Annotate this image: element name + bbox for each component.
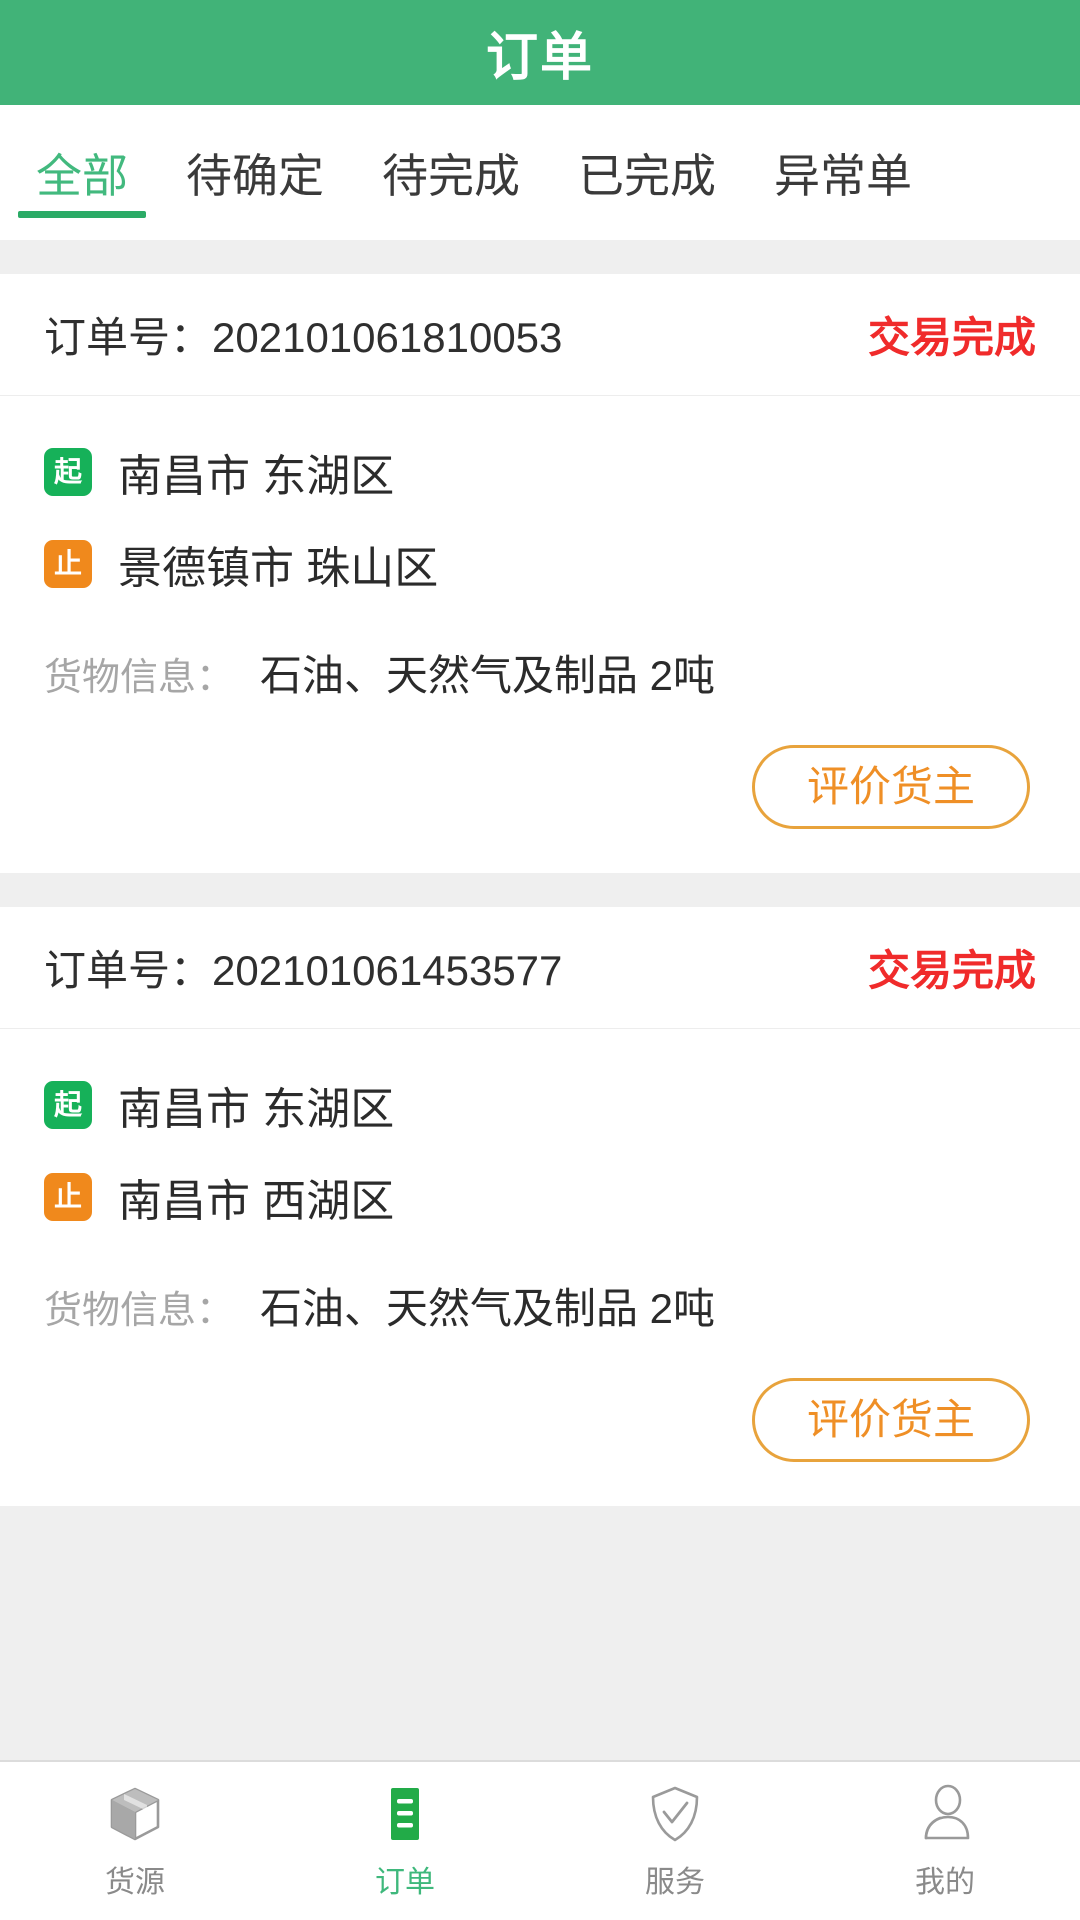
nav-item-service[interactable]: 服务 xyxy=(540,1781,810,1901)
person-icon xyxy=(912,1781,978,1847)
cargo-info-row: 货物信息： 石油、天然气及制品 2吨 xyxy=(0,1257,1080,1336)
rate-shipper-button[interactable]: 评价货主 xyxy=(751,1378,1030,1462)
order-number: 订单号：202101061810053 xyxy=(44,304,868,365)
tab-exception-label: 异常单 xyxy=(774,149,912,202)
page-header: 订单 xyxy=(0,0,1080,105)
route-block: 起 南昌市 东湖区 止 南昌市 西湖区 xyxy=(0,1029,1080,1229)
nav-label-cargo: 货源 xyxy=(105,1866,165,1899)
status-badge: 交易完成 xyxy=(867,314,1036,361)
tab-pending-complete-label: 待完成 xyxy=(382,149,520,202)
route-block: 起 南昌市 东湖区 止 景德镇市 珠山区 xyxy=(0,396,1080,596)
destination-badge-icon: 止 xyxy=(44,540,92,588)
order-actions: 评价货主 xyxy=(0,703,1080,873)
origin-row: 起 南昌市 东湖区 xyxy=(44,440,1036,504)
order-number-value: 202101061453577 xyxy=(212,947,563,994)
cargo-info-row: 货物信息： 石油、天然气及制品 2吨 xyxy=(0,624,1080,703)
origin-text: 南昌市 东湖区 xyxy=(118,1085,395,1134)
cargo-label: 货物信息： xyxy=(44,1290,235,1332)
destination-row: 止 南昌市 西湖区 xyxy=(44,1165,1036,1229)
origin-row: 起 南昌市 东湖区 xyxy=(44,1073,1036,1137)
page-title: 订单 xyxy=(485,29,594,87)
tab-active-underline xyxy=(18,211,146,218)
tab-all[interactable]: 全部 xyxy=(18,105,146,240)
order-card[interactable]: 订单号：202101061453577 交易完成 起 南昌市 东湖区 止 南昌市… xyxy=(0,907,1080,1506)
order-number-value: 202101061810053 xyxy=(212,314,563,361)
list-bottom-spacer xyxy=(0,1506,1080,1540)
order-list[interactable]: 订单号：202101061810053 交易完成 起 南昌市 东湖区 止 景德镇… xyxy=(0,240,1080,1760)
origin-badge-icon: 起 xyxy=(44,1081,92,1129)
status-badge: 交易完成 xyxy=(867,947,1036,994)
destination-text: 南昌市 西湖区 xyxy=(118,1177,395,1226)
order-actions: 评价货主 xyxy=(0,1336,1080,1506)
order-status-tabs: 全部 待确定 待完成 已完成 异常单 xyxy=(0,105,1080,240)
shield-check-icon xyxy=(642,1781,708,1847)
destination-badge-icon: 止 xyxy=(44,1173,92,1221)
nav-item-profile[interactable]: 我的 xyxy=(810,1781,1080,1901)
origin-text: 南昌市 东湖区 xyxy=(118,452,395,501)
rate-shipper-button[interactable]: 评价货主 xyxy=(751,745,1030,829)
tab-pending-confirm[interactable]: 待确定 xyxy=(180,105,330,240)
nav-label-orders: 订单 xyxy=(375,1866,435,1899)
order-number-label: 订单号： xyxy=(44,314,213,361)
order-header-row: 订单号：202101061453577 交易完成 xyxy=(0,907,1080,1029)
tab-exception[interactable]: 异常单 xyxy=(768,105,918,240)
tab-pending-confirm-label: 待确定 xyxy=(186,149,324,202)
list-card-separator xyxy=(0,873,1080,907)
list-icon xyxy=(372,1781,438,1847)
order-number: 订单号：202101061453577 xyxy=(44,937,868,998)
order-number-label: 订单号： xyxy=(44,947,213,994)
app-screen: 订单 全部 待确定 待完成 已完成 异常单 订单号：20210106181005… xyxy=(0,0,1080,1920)
cargo-value: 石油、天然气及制品 2吨 xyxy=(260,1285,716,1332)
nav-label-service: 服务 xyxy=(645,1866,705,1899)
list-top-spacer xyxy=(0,240,1080,274)
nav-item-cargo[interactable]: 货源 xyxy=(0,1781,270,1901)
tab-completed[interactable]: 已完成 xyxy=(572,105,722,240)
nav-label-profile: 我的 xyxy=(915,1866,975,1899)
box-icon xyxy=(102,1781,168,1847)
destination-row: 止 景德镇市 珠山区 xyxy=(44,532,1036,596)
tab-completed-label: 已完成 xyxy=(578,149,716,202)
tab-all-label: 全部 xyxy=(36,149,128,202)
order-header-row: 订单号：202101061810053 交易完成 xyxy=(0,274,1080,396)
order-card[interactable]: 订单号：202101061810053 交易完成 起 南昌市 东湖区 止 景德镇… xyxy=(0,274,1080,873)
bottom-navigation: 货源 订单 服务 我的 xyxy=(0,1760,1080,1920)
nav-item-orders[interactable]: 订单 xyxy=(270,1781,540,1901)
origin-badge-icon: 起 xyxy=(44,448,92,496)
destination-text: 景德镇市 珠山区 xyxy=(118,544,439,593)
cargo-label: 货物信息： xyxy=(44,657,235,699)
tab-pending-complete[interactable]: 待完成 xyxy=(376,105,526,240)
cargo-value: 石油、天然气及制品 2吨 xyxy=(260,652,716,699)
